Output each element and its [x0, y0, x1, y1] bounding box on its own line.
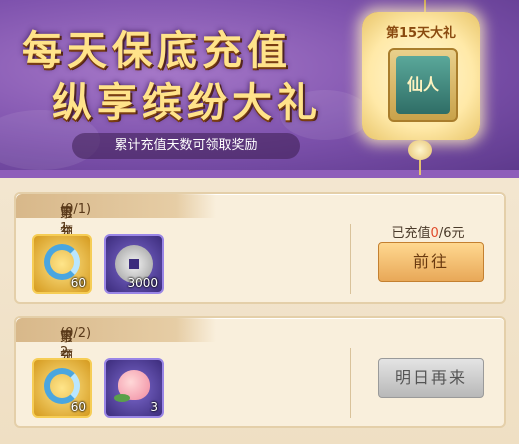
lantern-label: 第15天大礼 — [385, 26, 457, 41]
card-header: 累充第2天可领 (0/2) — [16, 318, 216, 379]
reward-item-coin[interactable]: 3000 — [104, 234, 164, 294]
tassel-icon — [408, 140, 432, 160]
item-quantity: 60 — [70, 400, 86, 414]
item-quantity: 3000 — [127, 276, 158, 290]
reward-card-day1: 累充第1天可领 (0/1) 60 3000 已充值0/6元 前往 — [14, 192, 506, 304]
lantern-reward-frame[interactable]: 仙人 — [388, 48, 458, 122]
ring-icon — [44, 368, 80, 404]
lantern-reward-name: 仙人 — [396, 56, 450, 114]
banner-title-line2: 纵享缤纷大礼 — [52, 79, 322, 126]
divider — [350, 348, 351, 418]
reward-item-peach[interactable]: 3 — [104, 358, 164, 418]
item-quantity: 60 — [70, 276, 86, 290]
reward-item-ring[interactable]: 60 — [32, 358, 92, 418]
ring-icon — [44, 244, 80, 280]
banner-title-line1: 每天保底充值 — [22, 27, 292, 74]
leaf-icon — [114, 394, 130, 402]
reward-card-day2: 累充第2天可领 (0/2) 60 3 明日再来 — [14, 316, 506, 428]
divider — [350, 224, 351, 294]
banner-subtitle: 累计充值天数可领取奖励 — [72, 133, 300, 159]
reward-item-ring[interactable]: 60 — [32, 234, 92, 294]
come-back-tomorrow-button[interactable]: 明日再来 — [378, 358, 484, 398]
recharge-status: 已充值0/6元 — [391, 226, 465, 241]
item-quantity: 3 — [150, 400, 158, 414]
go-button[interactable]: 前往 — [378, 242, 484, 282]
card-header: 累充第1天可领 (0/1) — [16, 194, 216, 255]
